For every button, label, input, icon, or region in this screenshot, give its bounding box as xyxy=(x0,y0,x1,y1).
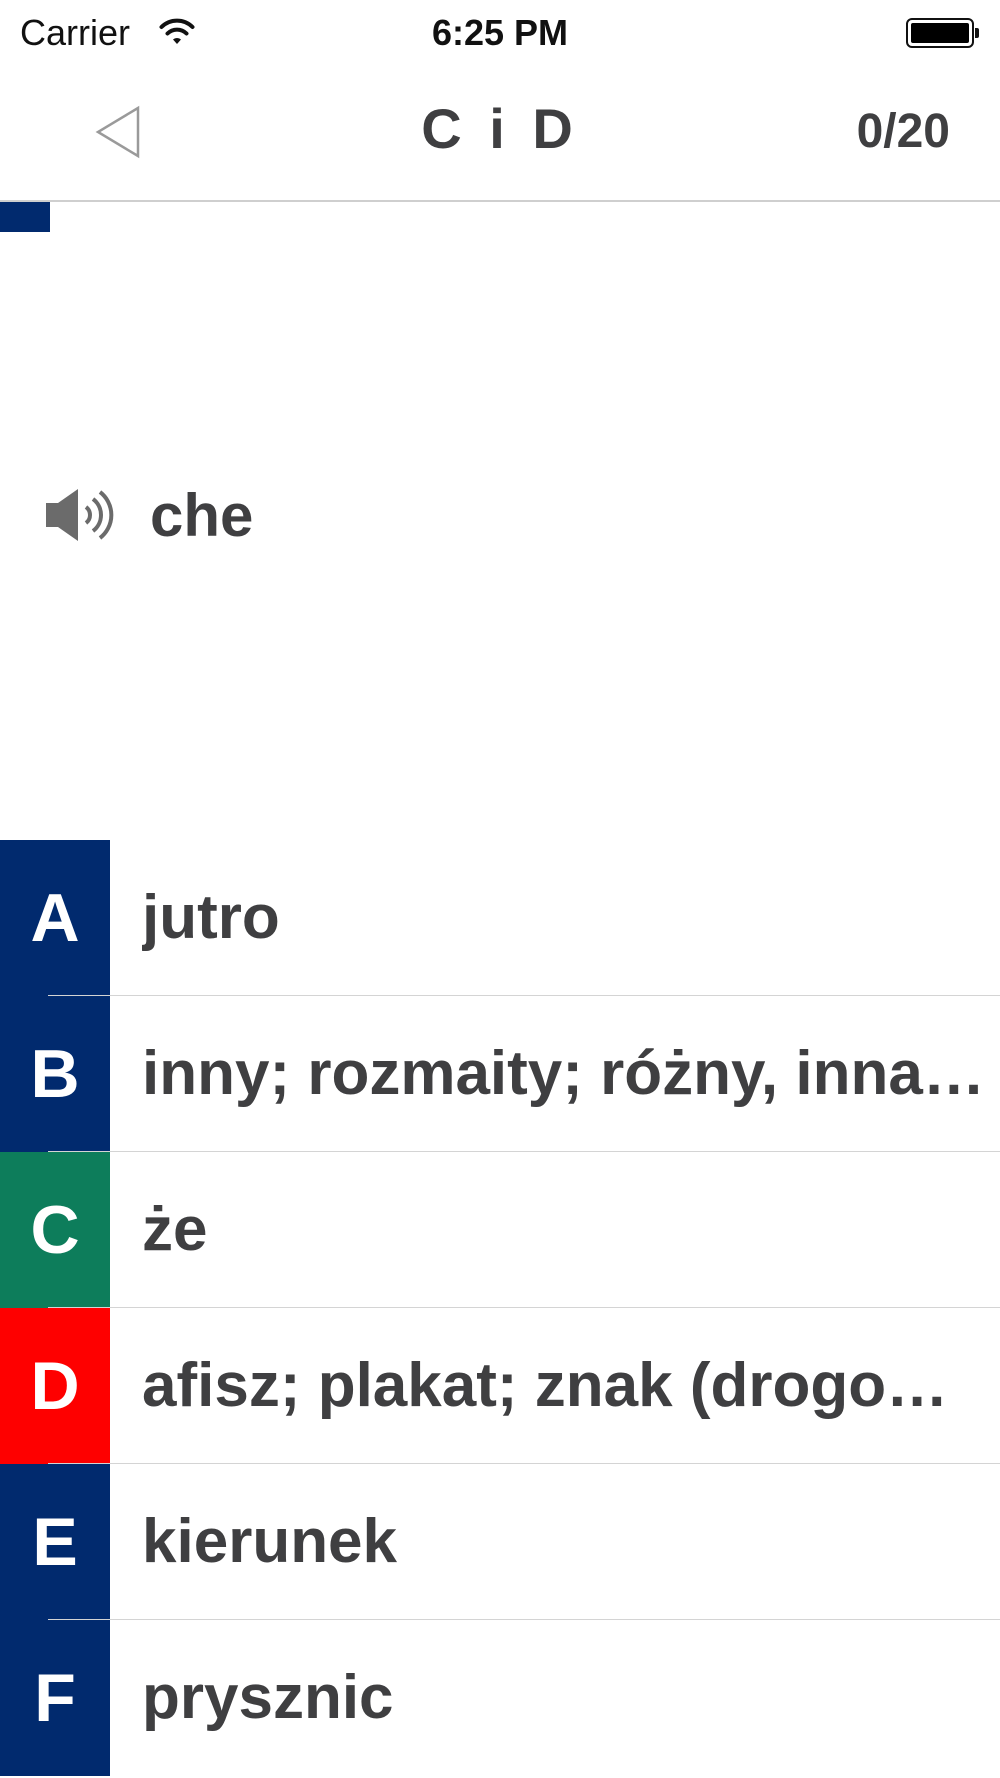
answer-letter: F xyxy=(0,1620,110,1776)
answer-text: kierunek xyxy=(142,1507,398,1576)
battery-level xyxy=(911,23,969,43)
progress-fill xyxy=(0,202,50,232)
answer-text: inny; rozmaity; różny, inna; różna; inne… xyxy=(142,1039,988,1108)
answer-text: że xyxy=(142,1195,208,1264)
answer-text: jutro xyxy=(142,883,280,952)
speaker-icon[interactable] xyxy=(44,485,116,545)
answer-letter: A xyxy=(0,840,110,996)
answer-option-f[interactable]: F prysznic xyxy=(0,1620,1000,1776)
battery-icon xyxy=(906,18,974,48)
answer-letter: E xyxy=(0,1464,110,1620)
question-prompt: che xyxy=(44,480,253,550)
status-time: 6:25 PM xyxy=(431,12,569,53)
answer-text: prysznic xyxy=(142,1663,394,1732)
progress-bar xyxy=(0,202,1000,232)
answer-option-b[interactable]: B inny; rozmaity; różny, inna; różna; in… xyxy=(0,996,1000,1152)
page-title: C i D xyxy=(421,97,579,160)
battery-tip xyxy=(975,28,979,38)
answer-option-e[interactable]: E kierunek xyxy=(0,1464,1000,1620)
answer-option-d[interactable]: D afisz; plakat; znak (drogowy) xyxy=(0,1308,1000,1464)
nav-bar: C i D 0/20 xyxy=(0,66,1000,202)
answer-letter: B xyxy=(0,996,110,1152)
answer-text: afisz; plakat; znak (drogowy) xyxy=(142,1351,988,1420)
answer-option-c[interactable]: C że xyxy=(0,1152,1000,1308)
question-word: che xyxy=(150,481,254,549)
answer-option-a[interactable]: A jutro xyxy=(0,840,1000,996)
status-bar: Carrier 6:25 PM xyxy=(0,0,1000,66)
answer-letter: C xyxy=(0,1152,110,1308)
progress-counter: 0/20 xyxy=(856,105,950,158)
answer-list: A jutro B inny; rozmaity; różny, inna; r… xyxy=(0,840,1000,1776)
answer-letter: D xyxy=(0,1308,110,1464)
